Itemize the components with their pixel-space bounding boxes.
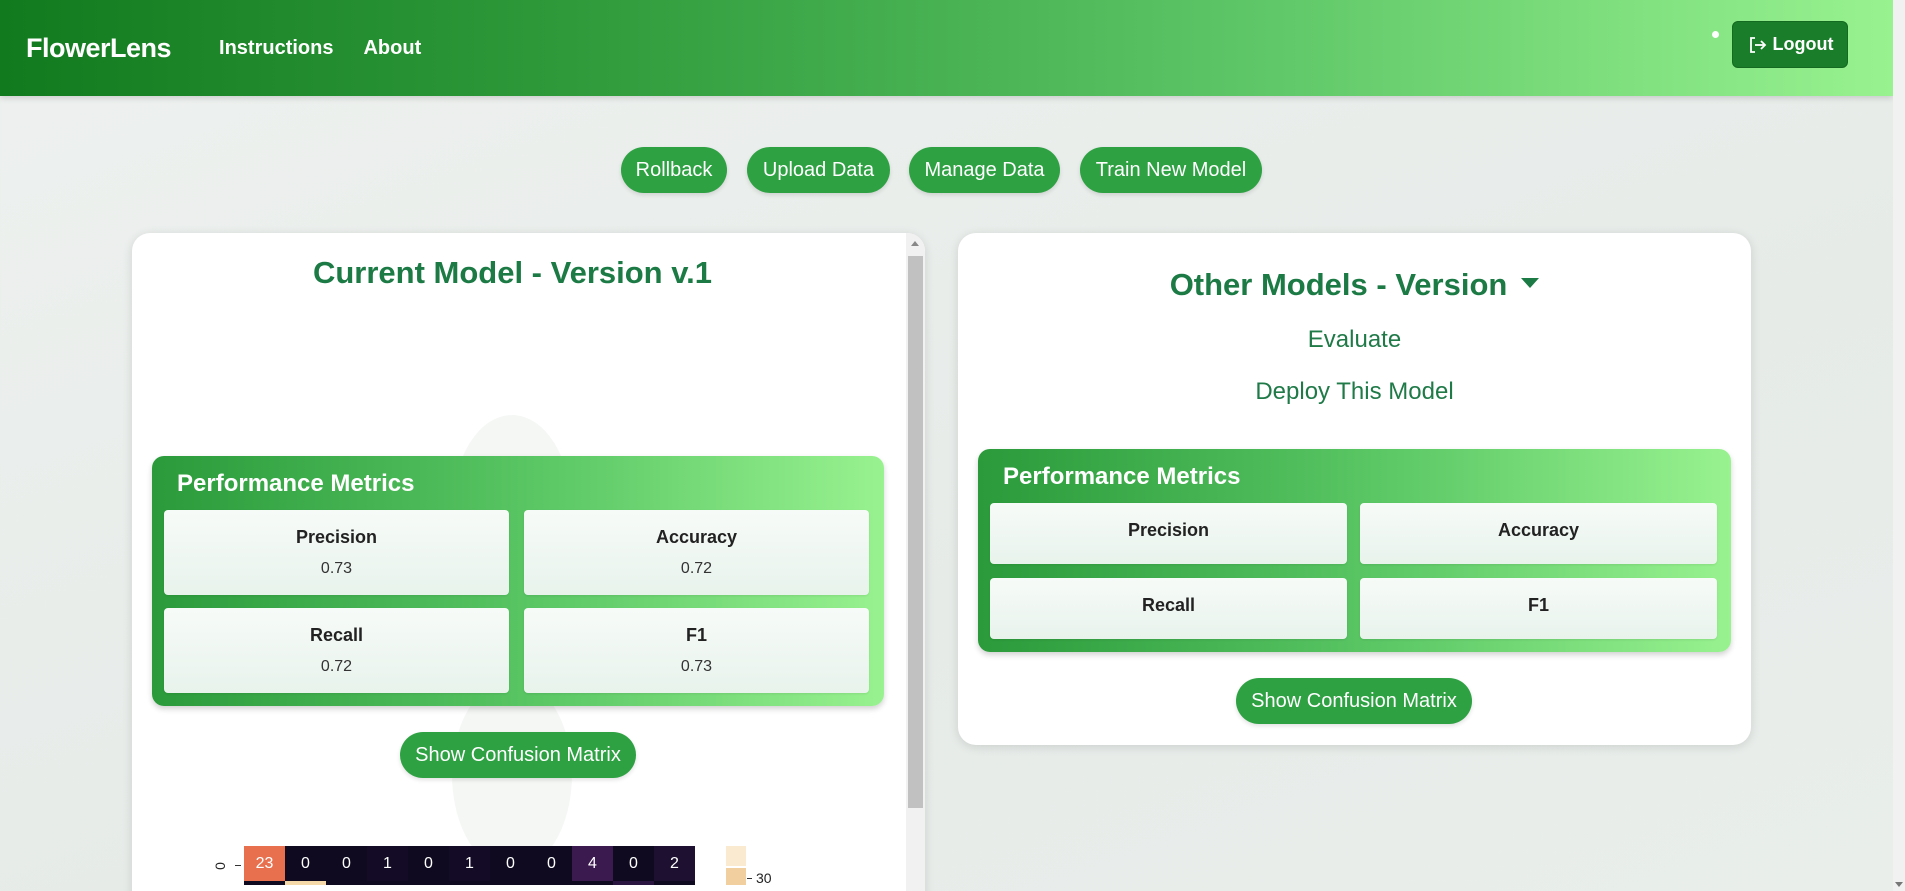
show-confusion-matrix-button[interactable]: Show Confusion Matrix bbox=[1236, 678, 1472, 724]
logout-icon bbox=[1749, 36, 1766, 53]
precision-metric: Precision 0.73 bbox=[164, 510, 509, 595]
other-models-card: Other Models - Version Evaluate Deploy T… bbox=[958, 233, 1751, 745]
scroll-thumb[interactable] bbox=[908, 256, 923, 808]
metric-value: 0.72 bbox=[320, 658, 353, 675]
logout-button[interactable]: Logout bbox=[1732, 21, 1848, 68]
page-scrollbar[interactable] bbox=[1893, 0, 1905, 891]
navbar: FlowerLens Instructions About Logout bbox=[0, 0, 1893, 96]
cm-next-row-cell bbox=[613, 881, 654, 885]
current-model-title: Current Model - Version v.1 bbox=[312, 255, 713, 290]
metric-value: 0.72 bbox=[680, 560, 713, 577]
cm-colorbar-label: 30 bbox=[756, 870, 772, 886]
precision-metric: Precision bbox=[990, 503, 1347, 564]
deploy-model-link[interactable]: Deploy This Model bbox=[958, 378, 1751, 406]
current-model-card: Current Model - Version v.1 Performance … bbox=[132, 233, 925, 891]
metric-label: Recall bbox=[309, 625, 364, 645]
cm-cell: 0 bbox=[490, 846, 531, 881]
metric-label: Accuracy bbox=[1497, 520, 1580, 540]
metric-label: F1 bbox=[685, 625, 707, 645]
nav-link-instructions[interactable]: Instructions bbox=[219, 37, 333, 60]
scroll-down-arrow[interactable] bbox=[1895, 882, 1903, 887]
cm-cell: 1 bbox=[449, 846, 490, 881]
cm-cell: 0 bbox=[326, 846, 367, 881]
show-confusion-matrix-button[interactable]: Show Confusion Matrix bbox=[400, 732, 636, 778]
logout-label: Logout bbox=[1772, 34, 1834, 54]
accuracy-metric: Accuracy bbox=[1360, 503, 1717, 564]
metric-label: Accuracy bbox=[655, 527, 738, 547]
recall-metric: Recall 0.72 bbox=[164, 608, 509, 693]
metrics-heading: Performance Metrics bbox=[177, 470, 415, 497]
nav-link-about[interactable]: About bbox=[363, 37, 421, 60]
metric-label: Recall bbox=[1141, 595, 1196, 615]
cm-cell: 0 bbox=[408, 846, 449, 881]
evaluate-link[interactable]: Evaluate bbox=[958, 326, 1751, 354]
metric-value: 0.73 bbox=[320, 560, 353, 577]
card-scrollbar[interactable] bbox=[906, 233, 925, 891]
action-bar: Rollback Upload Data Manage Data Train N… bbox=[0, 147, 1905, 193]
f1-metric: F1 bbox=[1360, 578, 1717, 639]
caret-down-icon[interactable] bbox=[1521, 277, 1540, 288]
cm-colorbar-tick bbox=[747, 878, 752, 879]
cm-cell: 2 bbox=[654, 846, 695, 881]
cm-cell: 4 bbox=[572, 846, 613, 881]
scroll-up-arrow[interactable] bbox=[911, 241, 919, 246]
metric-value: 0.73 bbox=[680, 658, 713, 675]
cm-tick bbox=[235, 865, 241, 866]
other-metrics-panel: Performance Metrics Precision Accuracy R… bbox=[978, 449, 1731, 652]
other-models-title[interactable]: Other Models - Version bbox=[958, 267, 1751, 303]
status-dot bbox=[1712, 31, 1719, 38]
other-models-title-text: Other Models - Version bbox=[1169, 267, 1508, 302]
brand-logo[interactable]: FlowerLens bbox=[26, 33, 172, 64]
cm-cell: 0 bbox=[613, 846, 654, 881]
cm-cell: 23 bbox=[244, 846, 285, 881]
f1-metric: F1 0.73 bbox=[524, 608, 869, 693]
cm-cell: 0 bbox=[531, 846, 572, 881]
metrics-heading: Performance Metrics bbox=[1003, 463, 1241, 490]
rollback-button[interactable]: Rollback bbox=[621, 147, 727, 193]
cm-next-row-cell bbox=[285, 881, 326, 885]
metric-label: Precision bbox=[1127, 520, 1210, 540]
metric-label: Precision bbox=[295, 527, 378, 547]
cm-colorbar-segment bbox=[726, 868, 746, 885]
metric-label: F1 bbox=[1527, 595, 1549, 615]
cm-cell: 0 bbox=[285, 846, 326, 881]
upload-data-button[interactable]: Upload Data bbox=[747, 147, 890, 193]
accuracy-metric: Accuracy 0.72 bbox=[524, 510, 869, 595]
cm-cell: 1 bbox=[367, 846, 408, 881]
recall-metric: Recall bbox=[990, 578, 1347, 639]
cm-row-label: 0 bbox=[211, 862, 228, 870]
manage-data-button[interactable]: Manage Data bbox=[909, 147, 1060, 193]
cm-colorbar-top bbox=[726, 846, 746, 866]
current-metrics-panel: Performance Metrics Precision 0.73 Accur… bbox=[152, 456, 884, 706]
train-new-model-button[interactable]: Train New Model bbox=[1080, 147, 1262, 193]
